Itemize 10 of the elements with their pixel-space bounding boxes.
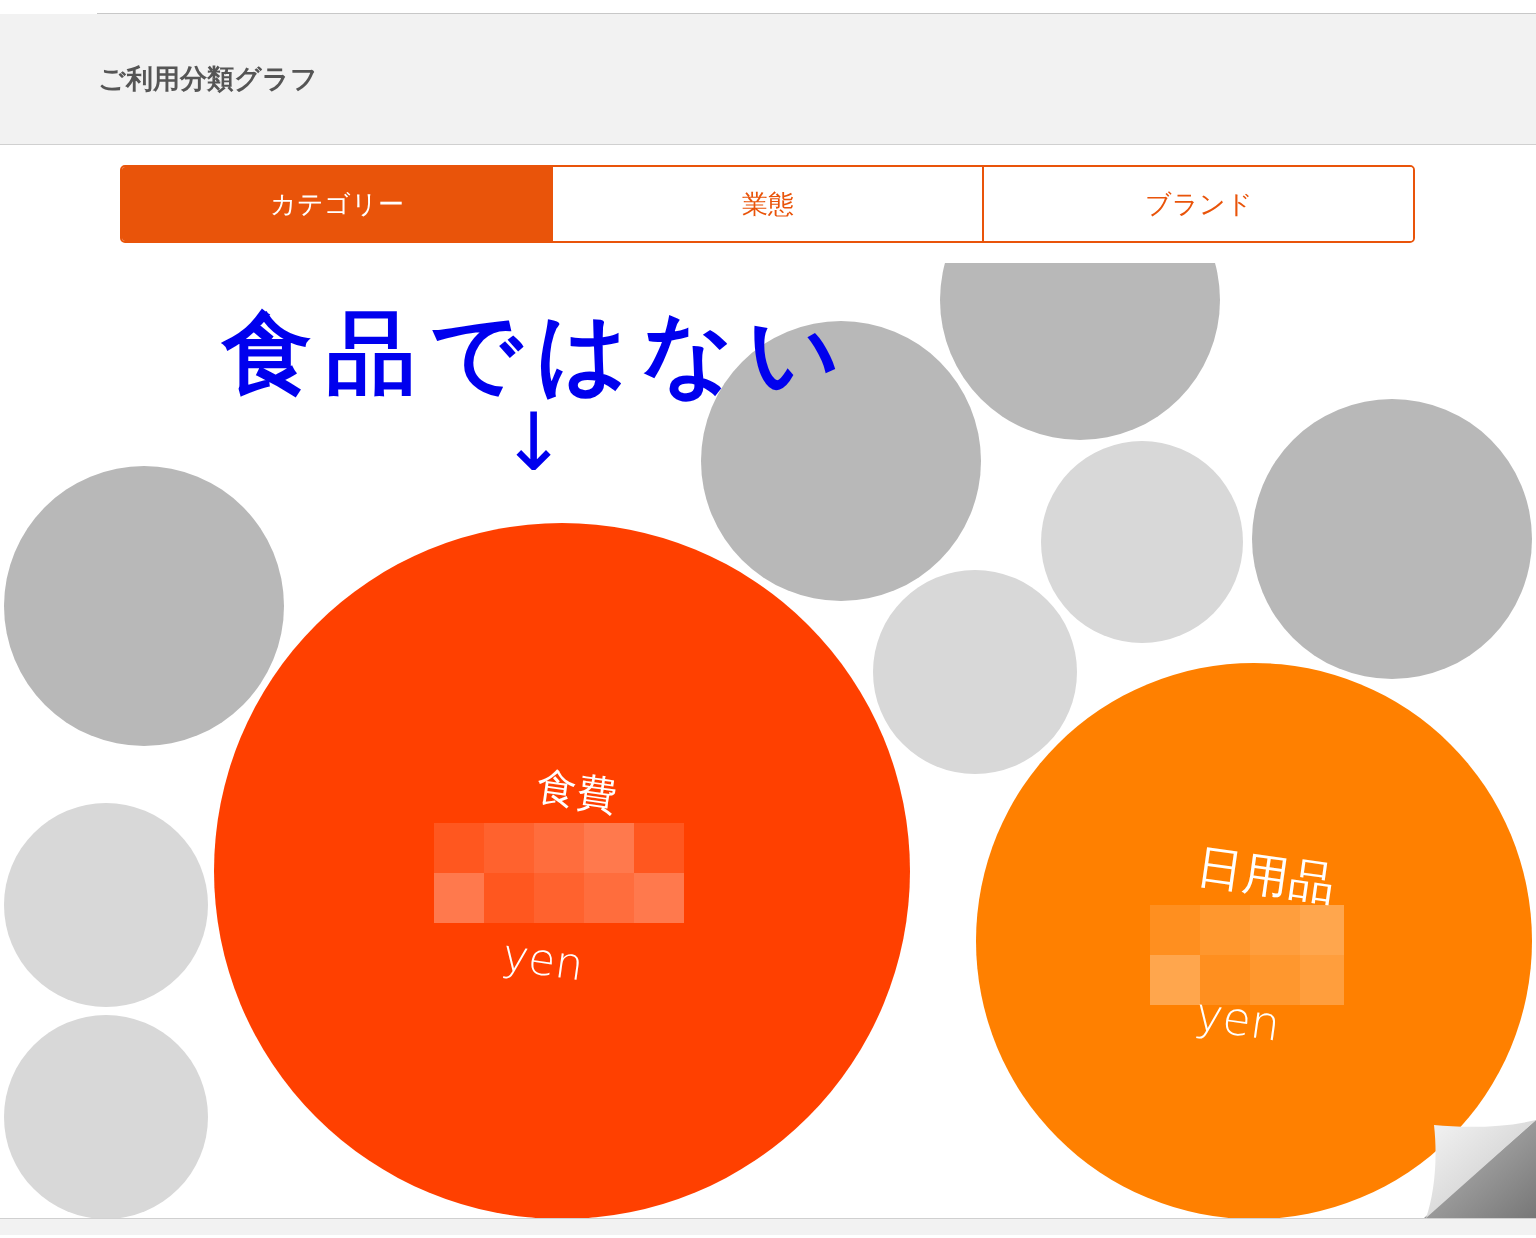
page-curl-icon bbox=[1424, 1120, 1536, 1218]
page-title: ご利用分類グラフ bbox=[98, 62, 318, 96]
tab[interactable]: カテゴリー bbox=[122, 167, 551, 241]
bubble-label: 食費 bbox=[534, 765, 620, 817]
bubble-label: 日用品 bbox=[1194, 842, 1338, 908]
bubble-unit: yen bbox=[1192, 990, 1284, 1048]
annotation-arrow: ↓ bbox=[500, 403, 568, 483]
annotation-text: 食品ではない bbox=[222, 303, 854, 402]
tab[interactable]: ブランド bbox=[982, 167, 1413, 241]
bubble-unit: yen bbox=[499, 932, 587, 988]
